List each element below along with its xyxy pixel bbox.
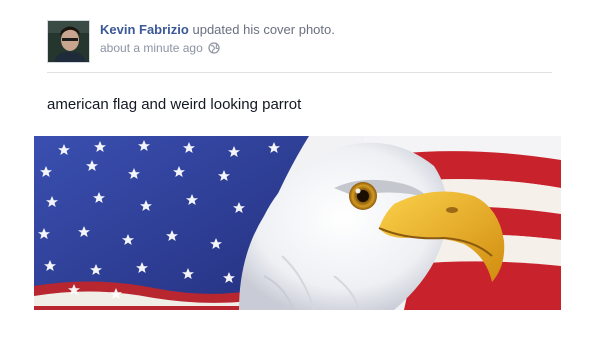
timestamp-link[interactable]: about a minute ago (100, 41, 203, 55)
avatar[interactable] (47, 20, 90, 63)
avatar-photo (48, 21, 89, 62)
header-divider (47, 72, 552, 73)
flag-and-eagle-photo (34, 136, 561, 310)
story-header: Kevin Fabrizio updated his cover photo. … (47, 19, 552, 65)
author-name-link[interactable]: Kevin Fabrizio (100, 22, 189, 37)
globe-icon[interactable] (208, 42, 220, 58)
story-subline: about a minute ago (100, 40, 540, 58)
story-meta: Kevin Fabrizio updated his cover photo. … (100, 21, 540, 58)
story-action-text: updated his cover photo. (192, 22, 335, 37)
cover-photo[interactable] (34, 136, 561, 310)
headline: Kevin Fabrizio updated his cover photo. (100, 21, 540, 38)
feed-story: Kevin Fabrizio updated his cover photo. … (0, 0, 600, 357)
status-message: american flag and weird looking parrot (47, 96, 302, 113)
